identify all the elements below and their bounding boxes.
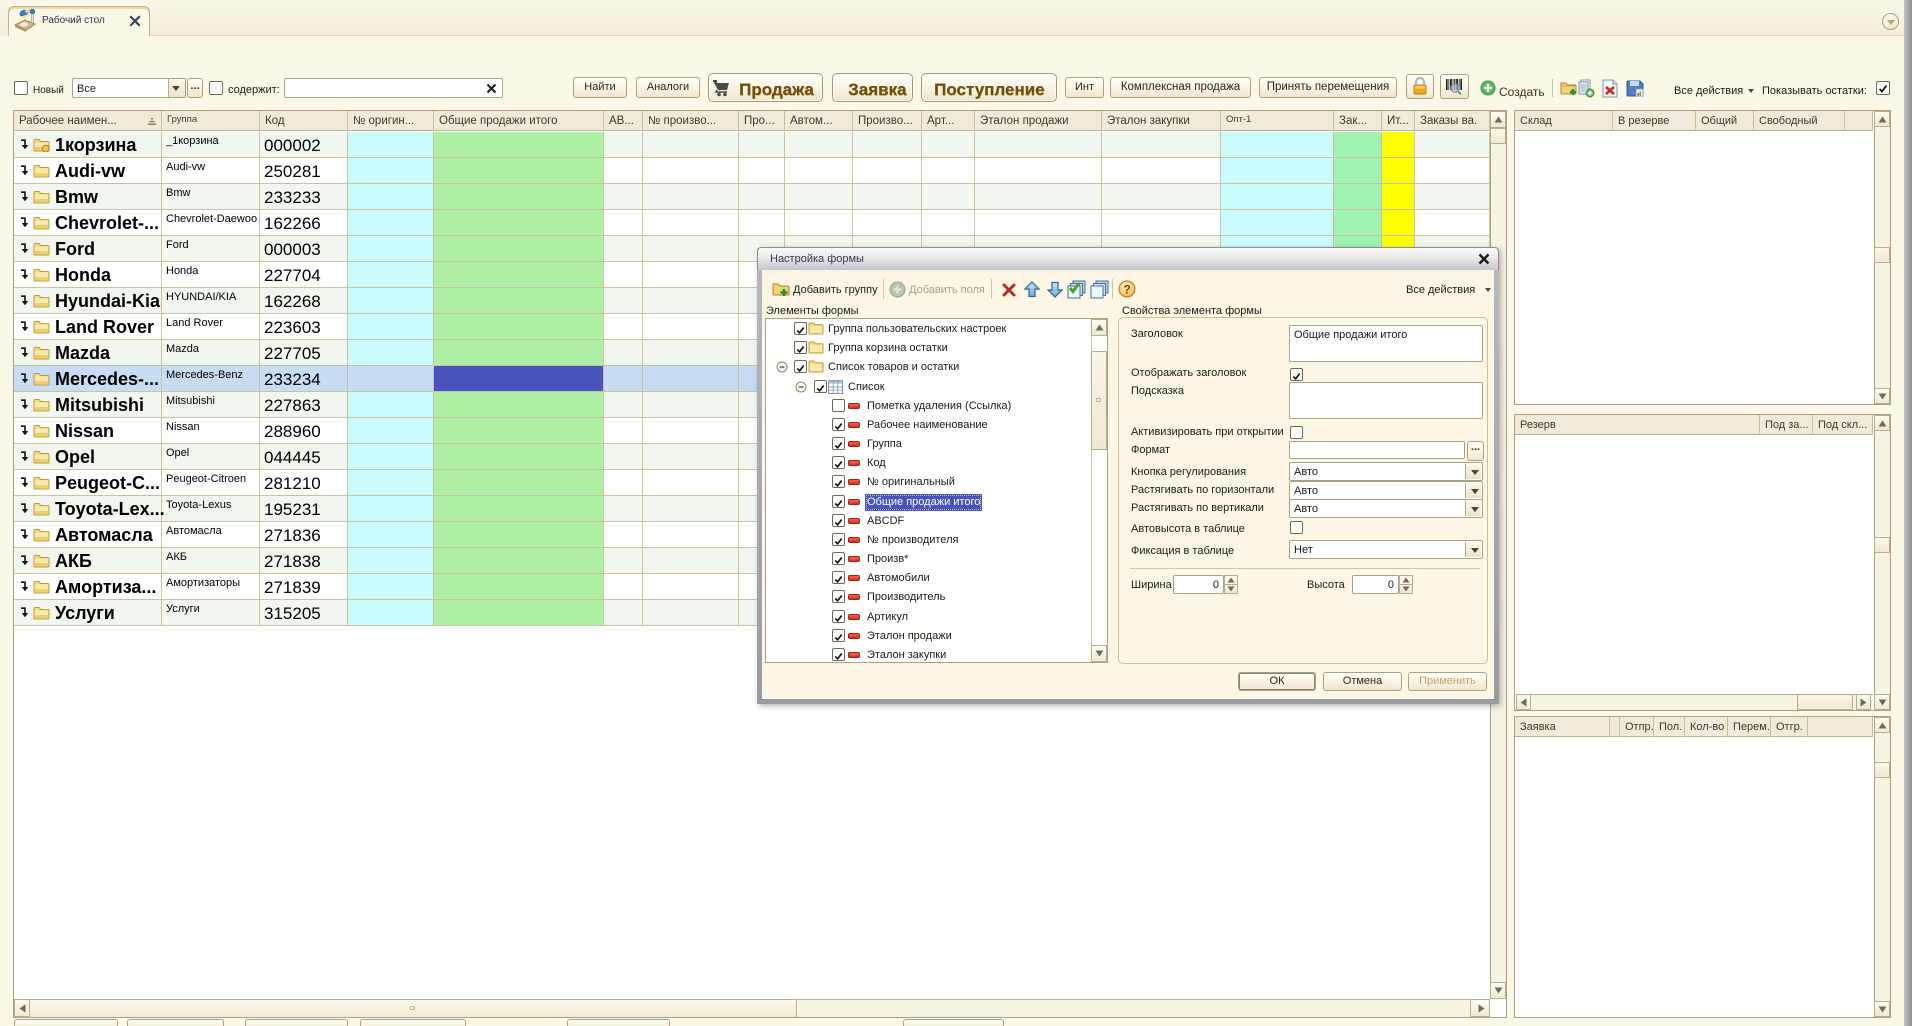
svg-text:?: ? xyxy=(1123,283,1130,297)
